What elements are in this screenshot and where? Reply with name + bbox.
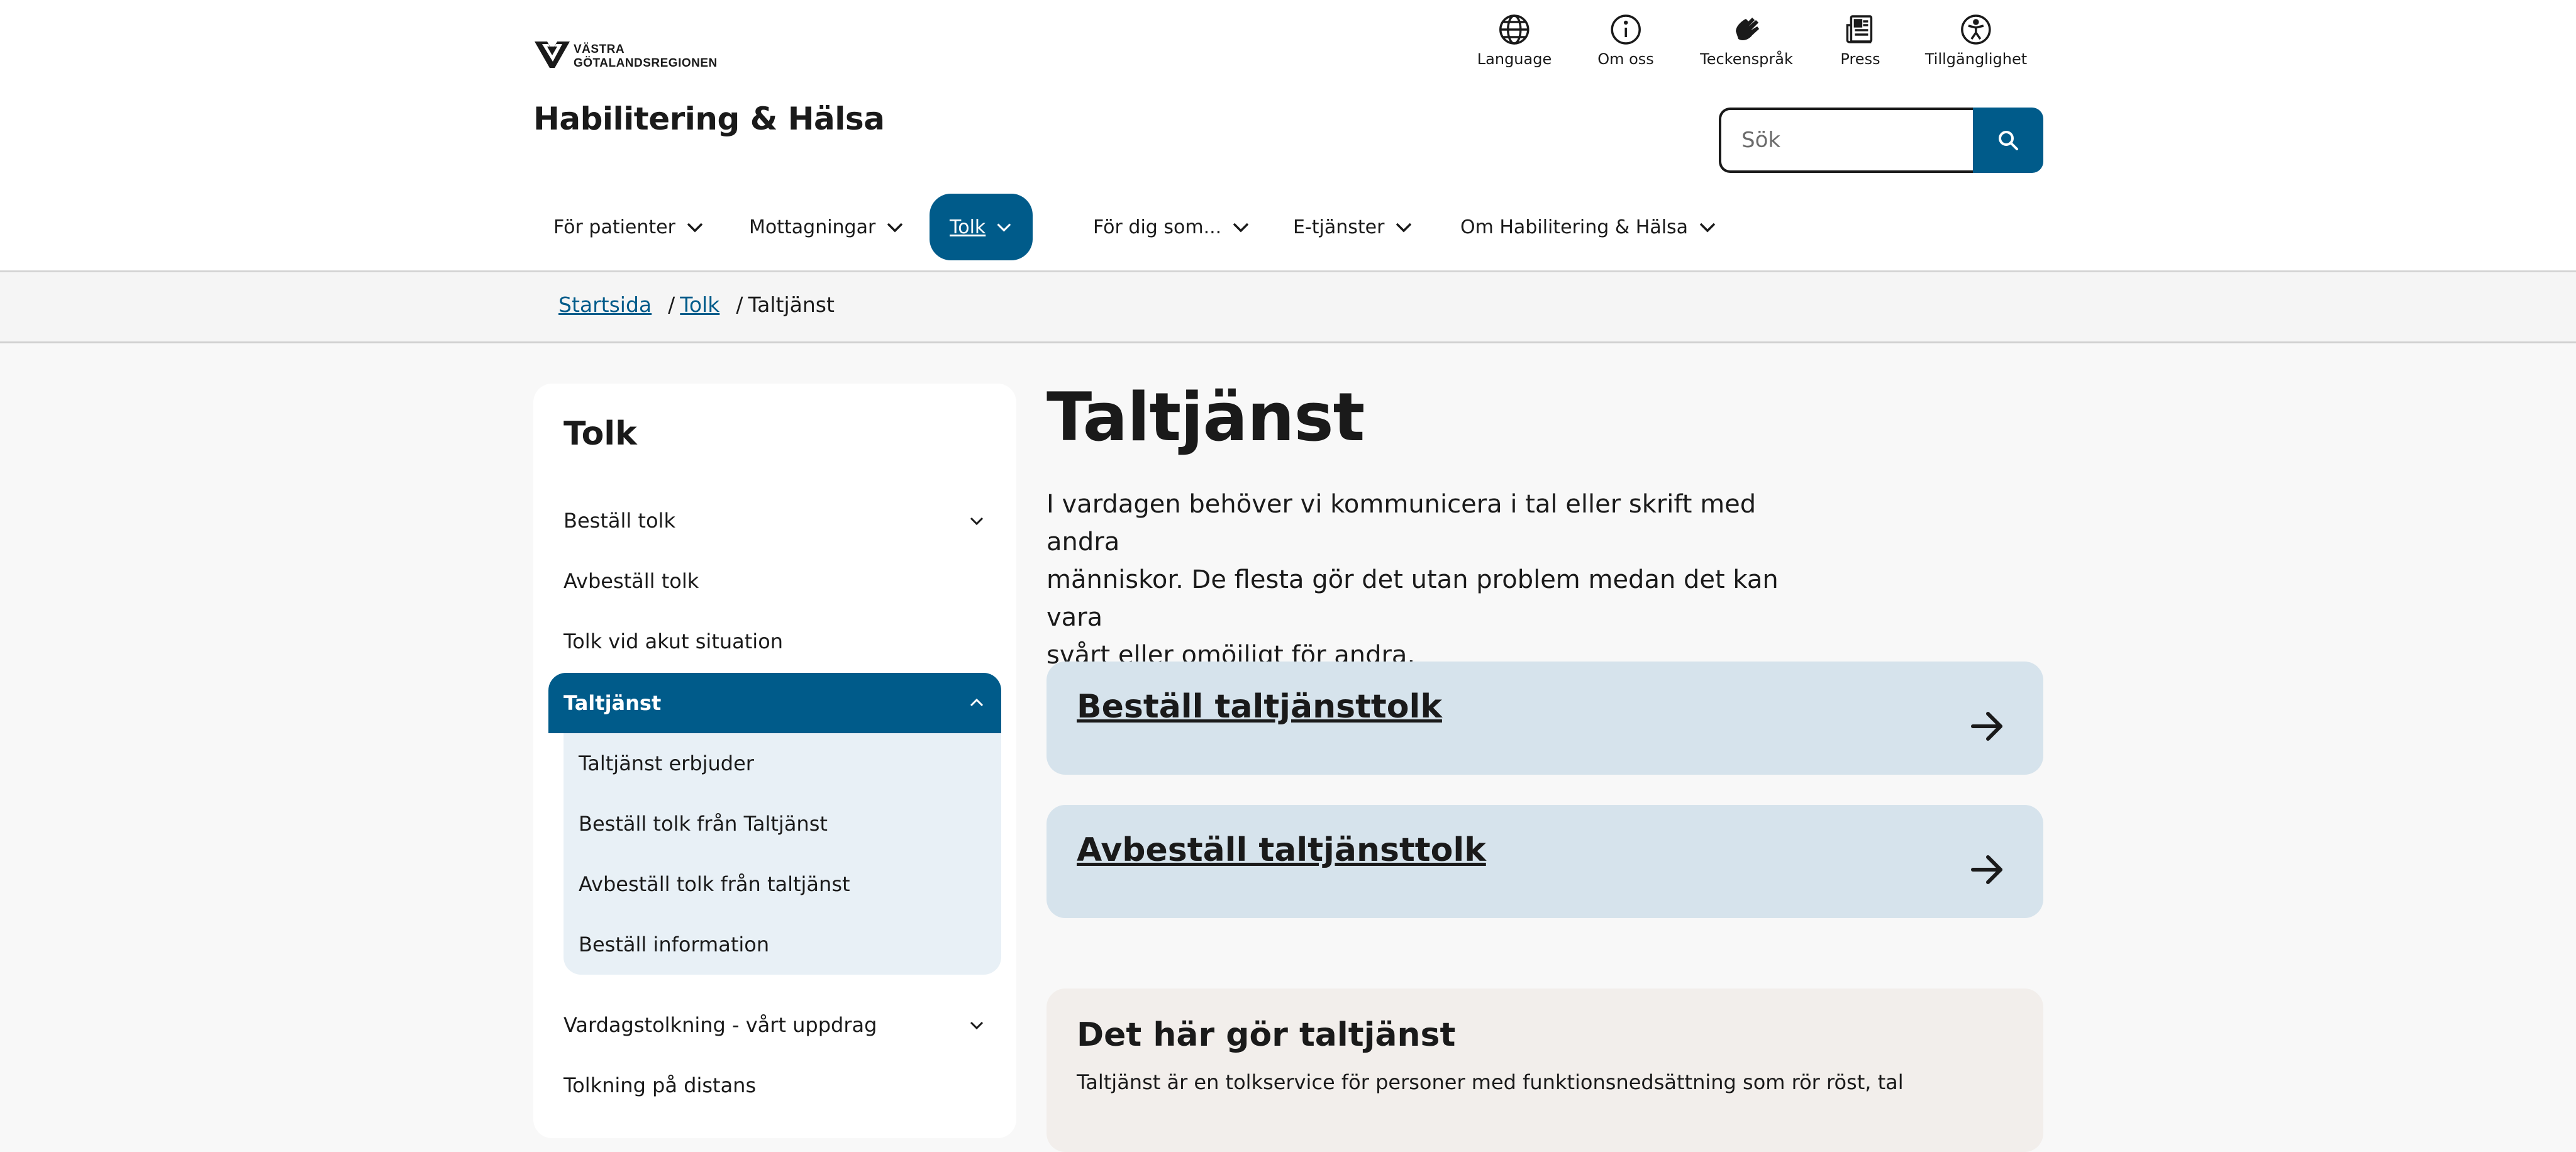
lead-line-1: I vardagen behöver vi kommunicera i tal … xyxy=(1046,490,1757,557)
section-sidebar: Tolk Beställ tolk Avbeställ tolk Tolk vi… xyxy=(533,384,1016,1138)
logo-line-1: VÄSTRA xyxy=(574,43,625,56)
chevron-down-icon[interactable] xyxy=(967,511,986,530)
utility-teckensprak-label: Teckenspråk xyxy=(1700,50,1793,68)
sidebar-sublist-taltjanst: Taltjänst erbjuder Beställ tolk från Tal… xyxy=(564,733,1001,975)
accessibility-icon xyxy=(1961,14,1991,45)
sign-language-icon xyxy=(1736,18,1759,40)
nav-e-tjanster-label: E-tjänster xyxy=(1293,216,1385,238)
sidebar-subitem-label: Taltjänst erbjuder xyxy=(579,751,754,775)
logo-text: VÄSTRA GÖTALANDSREGIONEN xyxy=(574,43,718,70)
logo-line-2: GÖTALANDSREGIONEN xyxy=(574,57,718,70)
newspaper-icon xyxy=(1846,15,1872,43)
lead-line-2: människor. De flesta gör det utan proble… xyxy=(1046,565,1779,632)
vgr-logo[interactable]: VÄSTRA GÖTALANDSREGIONEN xyxy=(533,38,718,72)
nav-for-dig-som[interactable]: För dig som... xyxy=(1073,194,1270,260)
nav-e-tjanster[interactable]: E-tjänster xyxy=(1273,194,1433,260)
utility-nav: Language Om oss Teckenspråk Press Tillgä… xyxy=(1459,13,2027,82)
cta-avbestall-taltjansttolk[interactable]: Avbeställ taltjänsttolk xyxy=(1046,805,2043,918)
chevron-down-icon[interactable] xyxy=(967,1016,986,1034)
nav-tolk[interactable]: Tolk xyxy=(930,194,1033,260)
chevron-down-icon xyxy=(997,223,1011,232)
utility-press-label: Press xyxy=(1840,50,1880,68)
sidebar-item-taltjanst[interactable]: Taltjänst xyxy=(548,673,1001,733)
utility-teckensprak[interactable]: Teckenspråk xyxy=(1700,13,1793,82)
chevron-down-icon xyxy=(687,223,703,233)
site-title[interactable]: Habilitering & Hälsa xyxy=(533,101,885,137)
utility-language[interactable]: Language xyxy=(1477,13,1552,82)
sidebar-subitem-label: Beställ information xyxy=(579,933,770,956)
utility-tillganglighet-label: Tillgänglighet xyxy=(1924,50,2028,68)
sidebar-item-label: Beställ tolk xyxy=(564,509,675,533)
page-title: Taltjänst xyxy=(1046,379,1365,456)
nav-om-habilitering[interactable]: Om Habilitering & Hälsa xyxy=(1440,194,1737,260)
sidebar-item-avbestall-tolk[interactable]: Avbeställ tolk xyxy=(548,551,1001,611)
breadcrumb-bar: Startsida / Tolk / Taltjänst xyxy=(0,272,2576,343)
sidebar-subitem-bestall-tolk-fran-taltjanst[interactable]: Beställ tolk från Taltjänst xyxy=(564,794,1001,854)
sidebar-title: Tolk xyxy=(564,415,637,453)
chevron-down-icon xyxy=(1699,223,1716,233)
nav-for-patienter-label: För patienter xyxy=(553,216,675,238)
info-card-text: Taltjänst är en tolkservice för personer… xyxy=(1077,1070,1904,1094)
sidebar-item-label: Vardagstolkning - vårt uppdrag xyxy=(564,1013,877,1037)
search-button[interactable] xyxy=(1973,108,2043,173)
breadcrumb: Startsida / Tolk / Taltjänst xyxy=(558,292,835,317)
sidebar-item-label: Taltjänst xyxy=(564,691,662,715)
nav-for-patienter[interactable]: För patienter xyxy=(533,194,724,260)
arrow-right-icon xyxy=(1971,855,2002,884)
sidebar-item-bestall-tolk[interactable]: Beställ tolk xyxy=(548,490,1001,551)
main-nav: För patienter Mottagningar Tolk För dig … xyxy=(533,194,2043,260)
sidebar-item-label: Tolk vid akut situation xyxy=(564,629,784,653)
sidebar-item-tolk-vid-akut-situation[interactable]: Tolk vid akut situation xyxy=(548,611,1001,672)
utility-om-oss-label: Om oss xyxy=(1597,50,1654,68)
search-input[interactable] xyxy=(1719,108,1973,173)
nav-om-habilitering-label: Om Habilitering & Hälsa xyxy=(1460,216,1689,238)
utility-om-oss[interactable]: Om oss xyxy=(1597,13,1654,82)
sidebar-subitem-taltjanst-erbjuder[interactable]: Taltjänst erbjuder xyxy=(564,733,1001,794)
info-card: Det här gör taltjänst Taltjänst är en to… xyxy=(1046,989,2043,1152)
breadcrumb-tolk[interactable]: Tolk xyxy=(680,292,719,317)
site-header: VÄSTRA GÖTALANDSREGIONEN Habilitering & … xyxy=(0,0,2576,272)
chevron-up-icon[interactable] xyxy=(967,694,986,712)
cta-title: Beställ taltjänsttolk xyxy=(1077,688,1442,726)
sidebar-item-label: Avbeställ tolk xyxy=(564,569,699,593)
sidebar-item-tolkning-pa-distans[interactable]: Tolkning på distans xyxy=(548,1055,1001,1116)
sidebar-item-label: Tolkning på distans xyxy=(564,1073,757,1097)
arrow-right-icon xyxy=(1971,712,2002,741)
utility-press[interactable]: Press xyxy=(1840,13,1880,82)
nav-mottagningar-label: Mottagningar xyxy=(749,216,876,238)
breadcrumb-separator: / xyxy=(736,292,743,317)
sidebar-item-vardagstolkning[interactable]: Vardagstolkning - vårt uppdrag xyxy=(548,995,1001,1055)
search-icon xyxy=(1999,131,2018,150)
vgr-logo-icon xyxy=(535,42,570,68)
breadcrumb-separator: / xyxy=(668,292,675,317)
chevron-down-icon xyxy=(1396,223,1412,233)
utility-language-label: Language xyxy=(1477,50,1552,68)
globe-icon xyxy=(1499,14,1530,45)
nav-for-dig-som-label: För dig som... xyxy=(1093,216,1222,238)
sidebar-subitem-label: Avbeställ tolk från taltjänst xyxy=(579,872,850,896)
sidebar-subitem-bestall-information[interactable]: Beställ information xyxy=(564,914,1001,975)
breadcrumb-startsida[interactable]: Startsida xyxy=(558,292,652,317)
sidebar-subitem-label: Beställ tolk från Taltjänst xyxy=(579,812,828,836)
cta-title: Avbeställ taltjänsttolk xyxy=(1077,831,1486,869)
chevron-down-icon xyxy=(1233,223,1249,233)
info-icon xyxy=(1611,14,1641,45)
nav-tolk-label: Tolk xyxy=(950,216,986,238)
chevron-down-icon xyxy=(887,223,903,233)
info-card-title: Det här gör taltjänst xyxy=(1077,1016,1456,1054)
nav-mottagningar[interactable]: Mottagningar xyxy=(729,194,924,260)
search-form xyxy=(1719,108,2043,173)
cta-bestall-taltjansttolk[interactable]: Beställ taltjänsttolk xyxy=(1046,662,2043,775)
sidebar-subitem-avbestall-tolk-fran-taltjanst[interactable]: Avbeställ tolk från taltjänst xyxy=(564,854,1001,914)
utility-tillganglighet[interactable]: Tillgänglighet xyxy=(1925,13,2027,82)
breadcrumb-current: Taltjänst xyxy=(748,292,835,317)
lead-paragraph: I vardagen behöver vi kommunicera i tal … xyxy=(1046,485,1801,674)
